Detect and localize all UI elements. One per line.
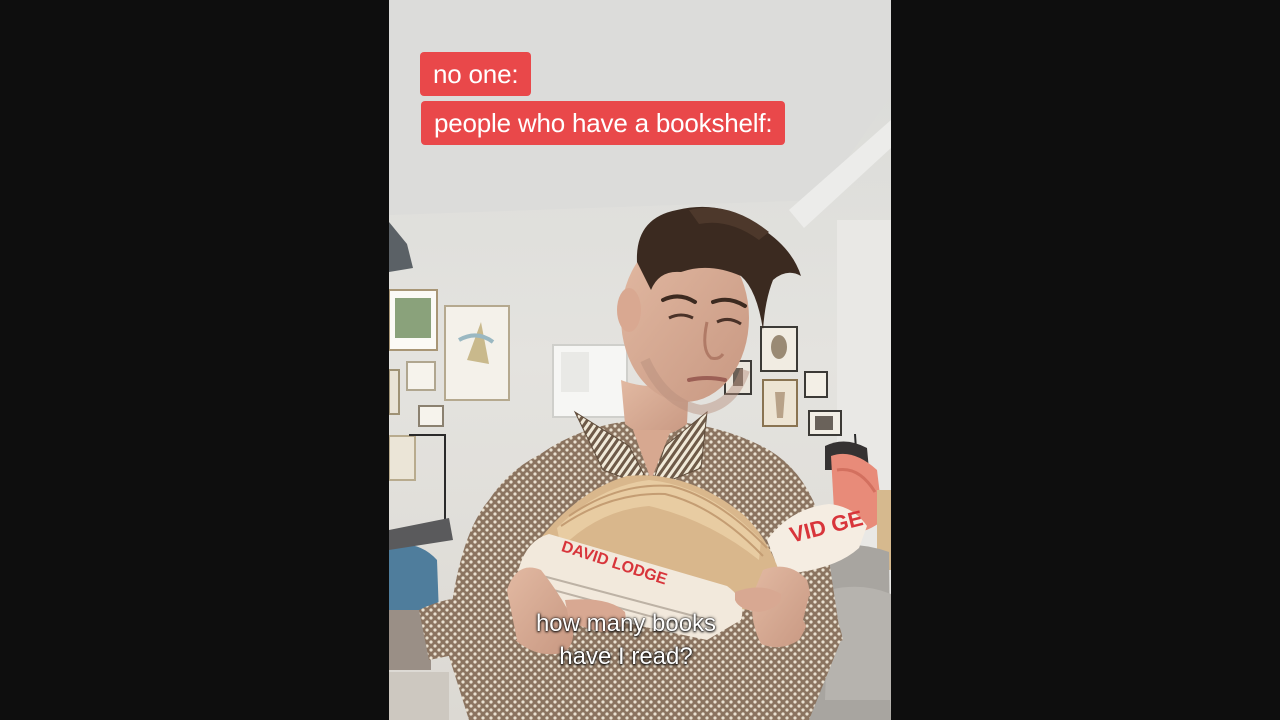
- video-frame[interactable]: VID GE DAVID LODGE no one: people who ha…: [389, 0, 891, 720]
- video-player[interactable]: VID GE DAVID LODGE no one: people who ha…: [0, 0, 1280, 720]
- caption-top-line-2: people who have a bookshelf:: [421, 101, 786, 145]
- subtitle-line-2: have I read?: [559, 643, 693, 670]
- subtitle-line-1: how many books: [535, 610, 717, 637]
- caption-top-line-1: no one:: [420, 52, 532, 96]
